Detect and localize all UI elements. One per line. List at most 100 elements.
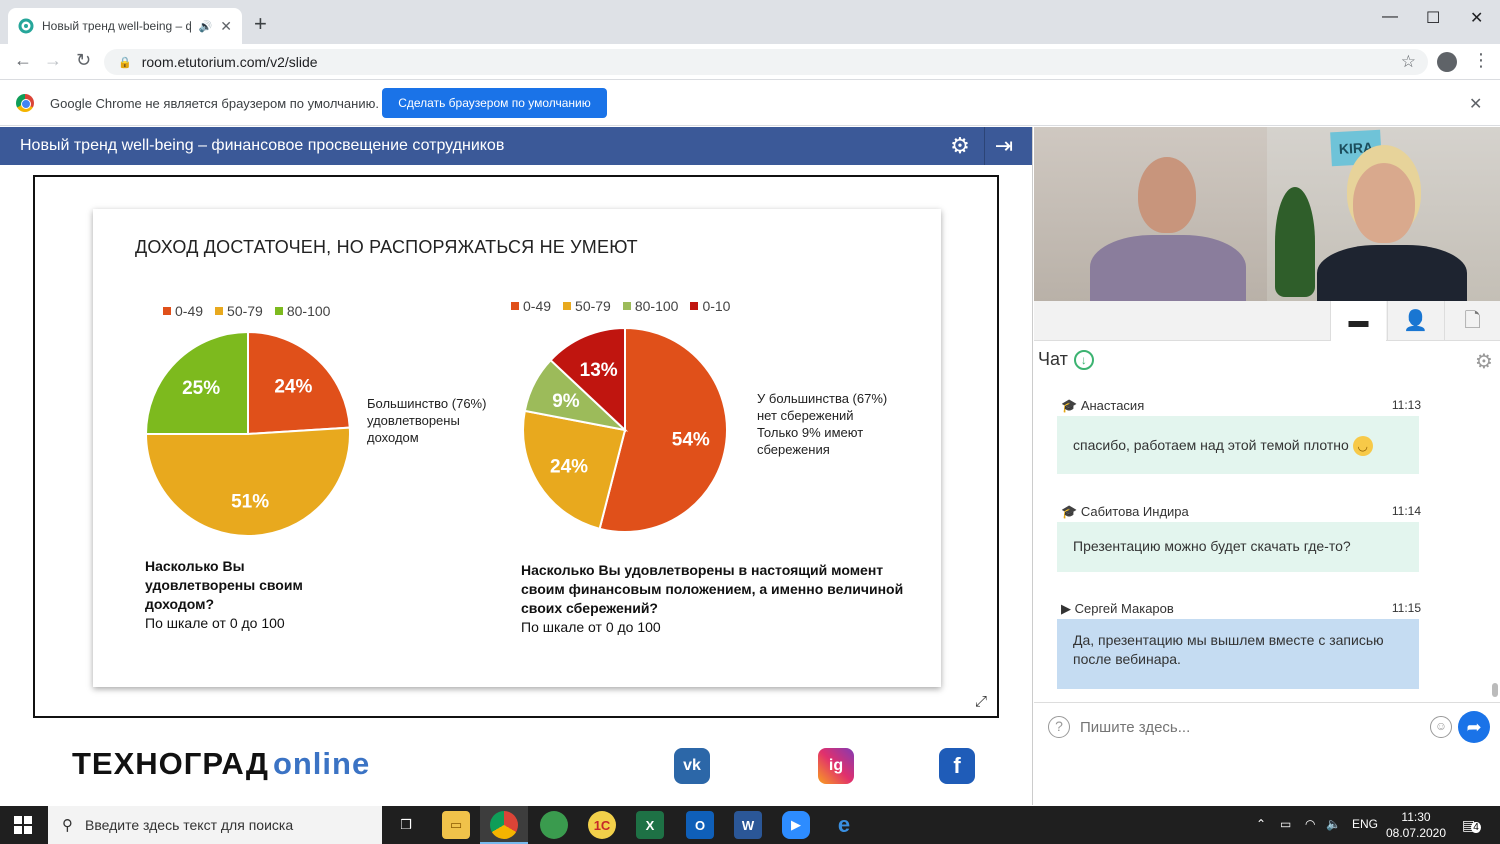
question-scale: По шкале от 0 до 100 (521, 619, 661, 635)
chrome-taskbar-icon[interactable] (490, 811, 518, 839)
author-name: Сабитова Индира (1080, 504, 1189, 519)
legend-swatch (690, 302, 699, 310)
emoji-icon[interactable]: ☺ (1430, 716, 1452, 738)
legend-swatch (274, 307, 283, 315)
legend-item: 80-100 (274, 303, 330, 319)
taskbar-search[interactable]: ⚲ Введите здесь текст для поиска (48, 806, 382, 844)
notifications-icon[interactable]: ▤4 (1462, 817, 1481, 834)
help-icon[interactable]: ? (1048, 716, 1070, 738)
chat-header: Чат ↓ (1038, 349, 1094, 371)
fullscreen-expand-icon[interactable]: ⤢ (975, 693, 987, 710)
globe-app-icon[interactable] (540, 811, 568, 839)
video-feed-presenter-1[interactable] (1034, 127, 1267, 301)
chat-settings-icon[interactable]: ⚙ (1475, 349, 1493, 374)
close-window-icon[interactable]: ✕ (1470, 8, 1483, 28)
instagram-icon[interactable]: ig (818, 748, 854, 784)
legend-item: 0-49 (511, 298, 551, 314)
income-note-line: Большинство (76%) (367, 396, 487, 411)
pie-label-0-49: 24% (274, 377, 312, 398)
new-tab-button[interactable]: + (254, 13, 267, 35)
files-tab-icon[interactable]: 🗋 (1444, 301, 1500, 341)
chat-tab-icon[interactable]: ▬ (1330, 301, 1386, 341)
savings-note-line: Только 9% имеют (757, 425, 864, 440)
kira-sign: KIRA (1330, 129, 1382, 167)
chat-message: Да, презентацию мы вышлем вместе с запис… (1057, 619, 1419, 689)
maximize-icon[interactable]: ☐ (1426, 8, 1440, 28)
taskbar-clock[interactable]: 11:30 08.07.2020 (1384, 809, 1448, 841)
legend-swatch (163, 307, 171, 315)
pie-slice-50-79 (144, 426, 351, 537)
video-feed-presenter-2[interactable]: KIRA (1267, 127, 1500, 301)
word-icon[interactable]: W (734, 811, 762, 839)
zoom-icon[interactable]: ▶ (782, 811, 810, 839)
panel-tabs: ▬ 👤 🗋 (1034, 301, 1500, 341)
chat-compose: ? ☺ ➦ (1034, 702, 1500, 750)
minimize-icon[interactable]: — (1382, 8, 1398, 26)
language-indicator[interactable]: ENG (1352, 817, 1378, 831)
back-icon[interactable]: ← (14, 51, 32, 69)
forward-icon[interactable]: → (44, 51, 62, 69)
bookmark-star-icon[interactable]: ☆ (1401, 52, 1416, 72)
webinar-title: Новый тренд well-being – финансовое прос… (20, 137, 505, 154)
excel-icon[interactable]: X (636, 811, 664, 839)
pie-label-80-100: 25% (182, 378, 220, 399)
tab-close-icon[interactable]: ✕ (220, 18, 232, 35)
set-default-browser-button[interactable]: Сделать браузером по умолчанию (382, 88, 607, 118)
question-line: доходом? (145, 596, 215, 612)
1c-app-icon[interactable]: 1С (588, 811, 616, 839)
legend-item: 0-49 (163, 303, 203, 319)
person-head (1353, 163, 1415, 243)
file-explorer-icon[interactable]: ▭ (442, 811, 470, 839)
question-line: своих сбережений? (521, 600, 658, 616)
audio-playing-icon[interactable]: 🔊 (199, 20, 213, 33)
income-note-line: удовлетворены (367, 413, 460, 428)
logo-suffix: online (272, 746, 371, 781)
tab-title: Новый тренд well-being – ф (42, 19, 191, 33)
pie-label-50-79: 24% (550, 457, 588, 478)
technograd-logo: ТЕХНОГРАД online (72, 746, 370, 782)
question-scale: По шкале от 0 до 100 (145, 615, 285, 631)
participants-tab-icon[interactable]: 👤 (1387, 301, 1443, 341)
slide-frame: ДОХОД ДОСТАТОЧЕН, НО РАСПОРЯЖАТЬСЯ НЕ УМ… (33, 175, 999, 718)
question-line: Насколько Вы удовлетворены в настоящий м… (521, 562, 884, 578)
legend-item: 80-100 (622, 298, 678, 314)
plant-decoration (1275, 187, 1315, 297)
browser-tab[interactable]: Новый тренд well-being – ф 🔊 ✕ (8, 8, 242, 44)
battery-icon[interactable]: ▭ (1280, 817, 1291, 831)
chat-input[interactable] (1080, 715, 1420, 739)
profile-avatar-icon[interactable] (1437, 52, 1457, 72)
taskbar-search-placeholder[interactable]: Введите здесь текст для поиска (85, 817, 293, 833)
legend-swatch (622, 302, 631, 310)
pie-label-50-79: 51% (231, 491, 269, 512)
edge-icon[interactable]: e (830, 811, 858, 839)
volume-icon[interactable]: 🔈 (1326, 817, 1341, 831)
outlook-icon[interactable]: O (686, 811, 714, 839)
legend-label: 0-10 (702, 298, 731, 314)
author-name: Сергей Макаров (1074, 601, 1174, 616)
url-text[interactable]: room.etutorium.com/v2/slide (142, 54, 318, 70)
settings-gear-icon[interactable]: ⚙ (946, 132, 974, 160)
wifi-icon[interactable]: ◠ (1305, 817, 1315, 831)
menu-kebab-icon[interactable]: ⋮ (1472, 50, 1490, 71)
address-bar[interactable]: 🔒 room.etutorium.com/v2/slide ☆ (104, 49, 1428, 75)
lock-icon[interactable]: 🔒 (118, 56, 132, 69)
windows-start-icon[interactable] (14, 816, 32, 834)
exit-icon[interactable]: ⇥ (990, 132, 1018, 160)
legend-label: 50-79 (575, 298, 611, 314)
vk-icon[interactable]: vk (674, 748, 710, 784)
tray-chevron-icon[interactable]: ⌃ (1256, 817, 1266, 831)
infobar-close-icon[interactable]: ✕ (1469, 94, 1482, 114)
pie-legend-savings: 0-49 50-79 80-100 0-10 (511, 298, 742, 314)
question-line: удовлетворены своим (145, 577, 303, 593)
download-chat-icon[interactable]: ↓ (1073, 350, 1094, 371)
webinar-header: Новый тренд well-being – финансовое прос… (0, 127, 1032, 165)
reload-icon[interactable]: ↻ (76, 51, 91, 69)
question-line: своим финансовым положением, а именно ве… (521, 581, 904, 597)
task-view-icon[interactable]: ❒ (392, 811, 420, 839)
facebook-icon[interactable]: f (939, 748, 975, 784)
legend-item: 0-10 (690, 298, 730, 314)
chat-message: спасибо, работаем над этой темой плотно … (1057, 416, 1419, 474)
chat-scrollbar[interactable] (1492, 683, 1498, 697)
send-message-button[interactable]: ➦ (1458, 711, 1490, 743)
windows-taskbar: ⚲ Введите здесь текст для поиска ❒ ▭ 1С … (0, 806, 1500, 844)
